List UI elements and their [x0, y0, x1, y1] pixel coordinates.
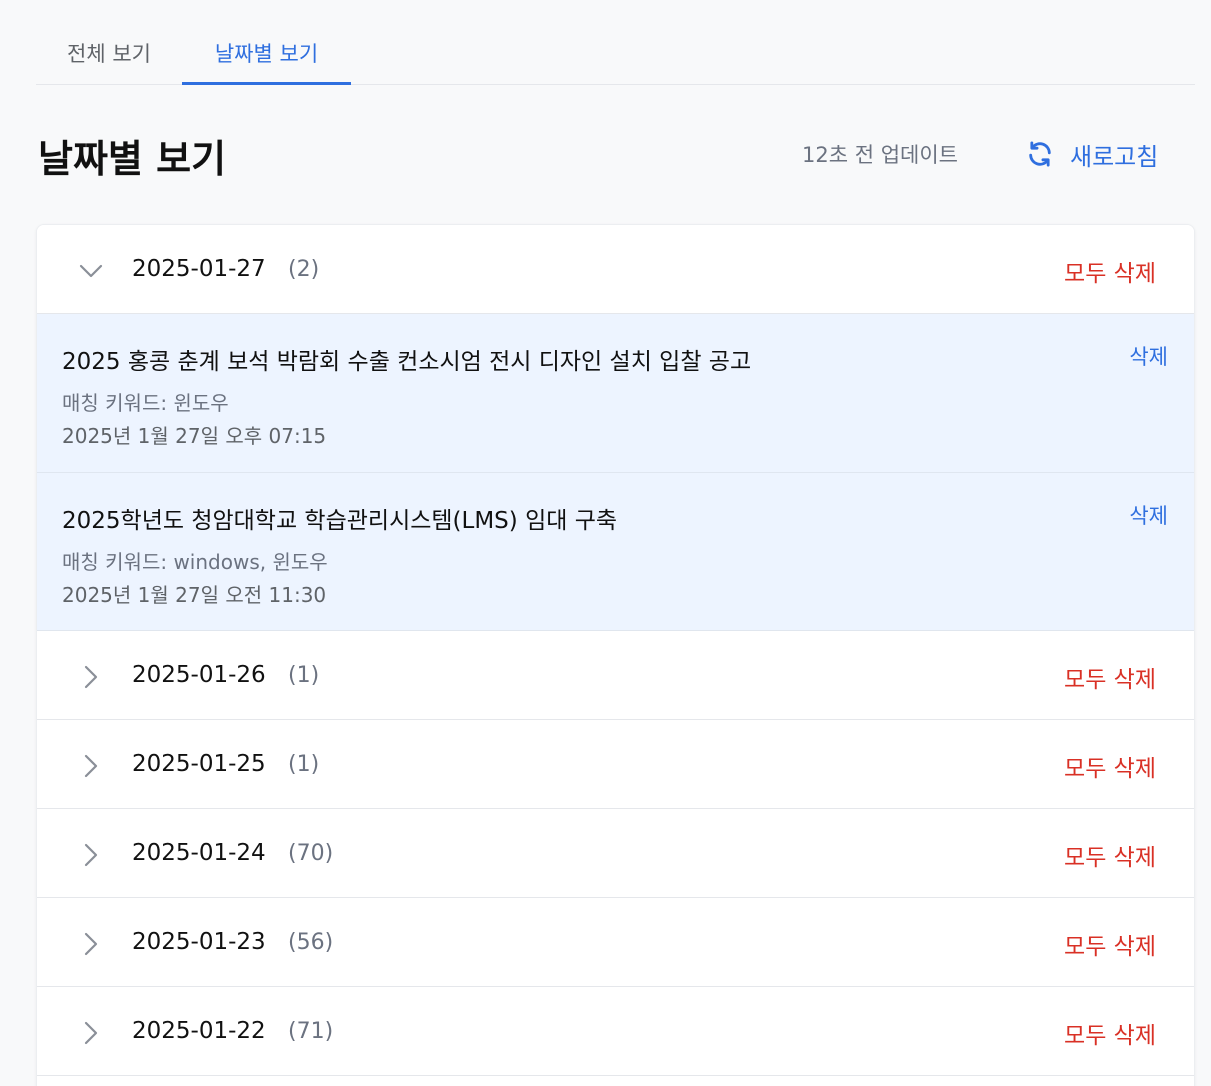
date-group-list: 2025-01-27 (2) 모두 삭제 2025 홍콩 춘계 보석 박람회 수…: [36, 224, 1195, 1086]
group-date: 2025-01-26: [132, 662, 266, 688]
group-count: (70): [288, 841, 334, 866]
delete-all-button[interactable]: 모두 삭제: [1064, 254, 1156, 288]
last-updated-text: 12초 전 업데이트: [802, 143, 958, 167]
item-title[interactable]: 2025 홍콩 춘계 보석 박람회 수출 컨소시엄 전시 디자인 설치 입찰 공…: [62, 342, 751, 376]
group-date: 2025-01-24: [132, 840, 266, 866]
chevron-right-icon[interactable]: [77, 930, 105, 958]
group-count: (2): [288, 257, 320, 282]
date-group-header[interactable]: 2025-01-27 (2) 모두 삭제: [37, 225, 1194, 314]
refresh-button[interactable]: 새로고침: [1026, 136, 1158, 172]
group-date: 2025-01-22: [132, 1018, 266, 1044]
date-group-header[interactable]: 2025-01-26 (1) 모두 삭제: [37, 631, 1194, 720]
item-delete-button[interactable]: 삭제: [1129, 341, 1168, 371]
tab-bar: 전체 보기 날짜별 보기: [36, 0, 1195, 85]
group-count: (56): [288, 930, 334, 955]
group-date: 2025-01-27: [132, 256, 266, 282]
item-keyword: 매칭 키워드: 윈도우: [62, 391, 229, 415]
page: 전체 보기 날짜별 보기 날짜별 보기 12초 전 업데이트 새로고침 2025…: [0, 0, 1211, 1086]
chevron-right-icon[interactable]: [77, 841, 105, 869]
list-item[interactable]: 2025학년도 청암대학교 학습관리시스템(LMS) 임대 구축 매칭 키워드:…: [37, 472, 1194, 630]
list-item[interactable]: 2025 홍콩 춘계 보석 박람회 수출 컨소시엄 전시 디자인 설치 입찰 공…: [37, 314, 1194, 472]
delete-all-button[interactable]: 모두 삭제: [1064, 838, 1156, 872]
refresh-icon: [1026, 140, 1054, 168]
expanded-item-list: 2025 홍콩 춘계 보석 박람회 수출 컨소시엄 전시 디자인 설치 입찰 공…: [37, 314, 1194, 631]
chevron-right-icon[interactable]: [77, 1019, 105, 1047]
tab-all-view[interactable]: 전체 보기: [36, 38, 182, 85]
delete-all-button[interactable]: 모두 삭제: [1064, 927, 1156, 961]
group-count: (71): [288, 1019, 334, 1044]
group-date: 2025-01-25: [132, 751, 266, 777]
item-timestamp: 2025년 1월 27일 오후 07:15: [62, 424, 327, 448]
item-delete-button[interactable]: 삭제: [1129, 500, 1168, 530]
item-title[interactable]: 2025학년도 청암대학교 학습관리시스템(LMS) 임대 구축: [62, 501, 617, 535]
item-timestamp: 2025년 1월 27일 오전 11:30: [62, 583, 327, 607]
date-group-header[interactable]: 2025-01-22 (71) 모두 삭제: [37, 987, 1194, 1076]
page-title: 날짜별 보기: [38, 137, 227, 181]
chevron-right-icon[interactable]: [77, 752, 105, 780]
delete-all-button[interactable]: 모두 삭제: [1064, 749, 1156, 783]
delete-all-button[interactable]: 모두 삭제: [1064, 1016, 1156, 1050]
group-count: (1): [288, 752, 320, 777]
item-keyword: 매칭 키워드: windows, 윈도우: [62, 550, 328, 574]
chevron-right-icon[interactable]: [77, 663, 105, 691]
date-group-header[interactable]: 2025-01-23 (56) 모두 삭제: [37, 898, 1194, 987]
group-count: (1): [288, 663, 320, 688]
refresh-label: 새로고침: [1070, 142, 1159, 171]
tab-date-view[interactable]: 날짜별 보기: [182, 38, 351, 85]
chevron-down-icon[interactable]: [77, 257, 105, 285]
date-group-header[interactable]: 2025-01-25 (1) 모두 삭제: [37, 720, 1194, 809]
date-group-header[interactable]: 2025-01-24 (70) 모두 삭제: [37, 809, 1194, 898]
delete-all-button[interactable]: 모두 삭제: [1064, 660, 1156, 694]
group-date: 2025-01-23: [132, 929, 266, 955]
